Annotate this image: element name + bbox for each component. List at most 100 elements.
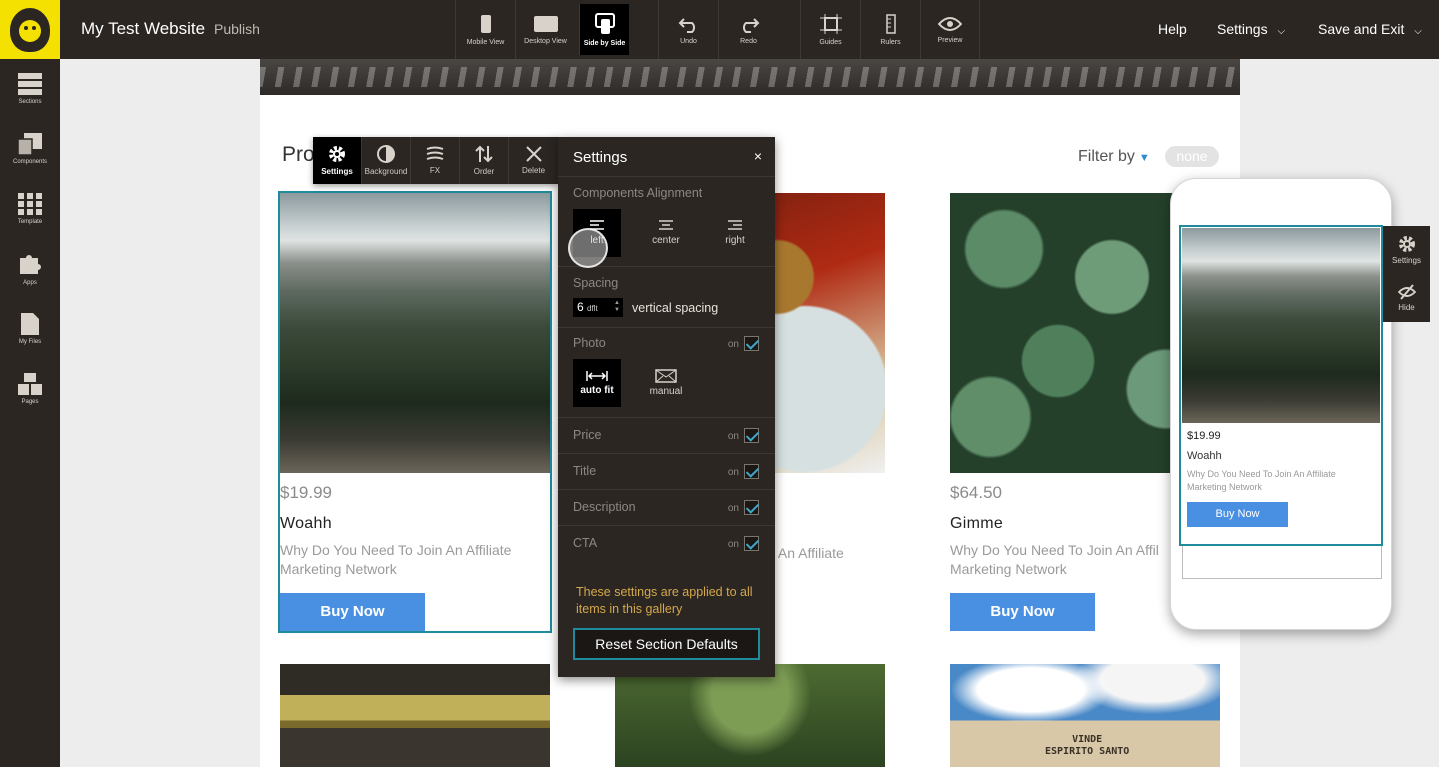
price-checkbox[interactable] [744, 428, 759, 443]
mobile-view-button[interactable]: Mobile View [455, 0, 515, 59]
mobile-product-price: $19.99 [1187, 430, 1221, 442]
church-sign-line: VINDE [1072, 734, 1103, 745]
toggle-cta: CTA on [558, 526, 775, 562]
sidebar-item-template[interactable]: Template [0, 179, 60, 239]
description-line: Marketing Network [280, 561, 397, 577]
gear-icon [1398, 236, 1415, 252]
preview-button[interactable]: Preview [920, 0, 980, 59]
toggle-name: Description [573, 500, 636, 514]
hide-eye-icon [1397, 284, 1416, 300]
toggle-name: Title [573, 464, 597, 478]
mobile-buy-now-button[interactable]: Buy Now [1187, 502, 1288, 527]
redo-icon [742, 17, 759, 33]
mobile-product-card[interactable]: $19.99 Woahh Why Do You Need To Join An … [1179, 225, 1383, 546]
product-card[interactable]: $19.99 Woahh Why Do You Need To Join An … [278, 191, 552, 633]
element-settings-button[interactable]: Settings [313, 137, 362, 184]
view-tools-group: Guides Rulers Preview [800, 0, 980, 59]
sidebar-item-label: Apps [23, 280, 37, 286]
product-photo[interactable] [615, 664, 885, 767]
sidebar-item-label: Template [17, 219, 43, 225]
side-by-side-button[interactable]: Side by Side [579, 4, 629, 55]
mobile-product-photo[interactable] [1182, 228, 1380, 423]
rulers-button[interactable]: Rulers [860, 0, 920, 59]
product-photo[interactable] [280, 193, 550, 473]
sections-icon [18, 73, 42, 95]
chimp-face-icon [10, 7, 50, 52]
photo-checkbox[interactable] [744, 336, 759, 351]
reset-section-defaults-button[interactable]: Reset Section Defaults [573, 628, 760, 660]
toggle-name: Price [573, 428, 602, 442]
gallery-section-title[interactable]: Pro [282, 143, 315, 167]
spacing-input[interactable]: 6 dflt ▲ ▼ [573, 298, 623, 317]
sidebar-item-sections[interactable]: Sections [0, 59, 60, 119]
alignment-heading: Components Alignment [573, 186, 703, 200]
filter-dropdown[interactable]: Filter by ▼ [1078, 148, 1150, 166]
hero-image[interactable] [260, 59, 1240, 95]
product-photo[interactable]: VINDE ESPIRITO SANTO [950, 664, 1220, 767]
toggle-state: on [727, 431, 739, 442]
chevron-down-icon: ⌵ [1414, 26, 1422, 37]
align-right-button[interactable]: right [711, 209, 759, 257]
stepper-arrows-icon[interactable]: ▲ ▼ [614, 300, 620, 314]
sidebar-item-apps[interactable]: Apps [0, 239, 60, 299]
element-order-button[interactable]: Order [460, 137, 509, 184]
undo-button[interactable]: Undo [658, 0, 718, 59]
desktop-view-button[interactable]: Desktop View [515, 0, 575, 59]
sidebar-item-label: Sections [18, 99, 42, 105]
buy-now-button[interactable]: Buy Now [950, 593, 1095, 631]
element-fx-button[interactable]: FX [411, 137, 460, 184]
church-sign: VINDE ESPIRITO SANTO [1045, 734, 1129, 758]
sidebar-item-label: Pages [21, 399, 39, 405]
guides-label: Guides [819, 38, 842, 46]
panel-header: Settings × [558, 137, 775, 177]
element-toolbar-label: Settings [321, 167, 353, 176]
mobile-settings-button[interactable]: Settings [1383, 226, 1430, 274]
product-card[interactable] [615, 664, 885, 767]
settings-menu[interactable]: Settings ⌵ [1217, 21, 1285, 37]
mobile-hide-button[interactable]: Hide [1383, 274, 1430, 322]
toggle-title: Title on [558, 454, 775, 490]
guides-button[interactable]: Guides [800, 0, 860, 59]
help-link[interactable]: Help [1158, 21, 1187, 37]
sidebar-item-my-files[interactable]: My Files [0, 299, 60, 359]
buy-now-button[interactable]: Buy Now [280, 593, 425, 631]
product-card[interactable]: VINDE ESPIRITO SANTO [950, 664, 1220, 767]
sidebar-item-components[interactable]: Components [0, 119, 60, 179]
filter-value-pill[interactable]: none [1165, 146, 1219, 167]
cursor-indicator [568, 228, 608, 268]
pages-icon [18, 373, 42, 395]
product-card[interactable] [280, 664, 550, 767]
element-delete-button[interactable]: Delete [509, 137, 558, 184]
file-icon [21, 313, 39, 335]
photo-heading: Photo [573, 336, 606, 350]
publish-link[interactable]: Publish [214, 21, 260, 37]
filter-label: Filter by [1078, 148, 1135, 165]
side-by-side-icon [594, 12, 615, 34]
element-toolbar-label: Delete [521, 166, 546, 175]
fx-icon [426, 146, 444, 160]
sidebar-item-pages[interactable]: Pages [0, 359, 60, 419]
element-background-button[interactable]: Background [362, 137, 411, 184]
close-icon[interactable]: × [754, 148, 762, 164]
cta-checkbox[interactable] [744, 536, 759, 551]
mobile-icon [480, 14, 491, 33]
photo-option-label: auto fit [580, 385, 614, 396]
sidebar-item-label: Components [12, 159, 48, 165]
align-center-button[interactable]: center [642, 209, 690, 257]
spacing-label: vertical spacing [632, 301, 719, 315]
template-icon [18, 193, 42, 215]
mobile-tool-label: Settings [1392, 256, 1421, 265]
save-exit-menu[interactable]: Save and Exit ⌵ [1318, 21, 1422, 37]
spacing-unit: dflt [587, 304, 598, 313]
save-exit-label: Save and Exit [1318, 21, 1405, 37]
redo-label: Redo [740, 37, 757, 45]
desktop-view-label: Desktop View [524, 37, 567, 45]
description-checkbox[interactable] [744, 500, 759, 515]
photo-auto-fit-button[interactable]: auto fit [573, 359, 621, 407]
product-photo[interactable] [280, 664, 550, 767]
components-icon [18, 133, 42, 155]
mailchimp-logo[interactable] [0, 0, 60, 59]
photo-manual-button[interactable]: manual [642, 359, 690, 407]
redo-button[interactable]: Redo [718, 0, 778, 59]
title-checkbox[interactable] [744, 464, 759, 479]
